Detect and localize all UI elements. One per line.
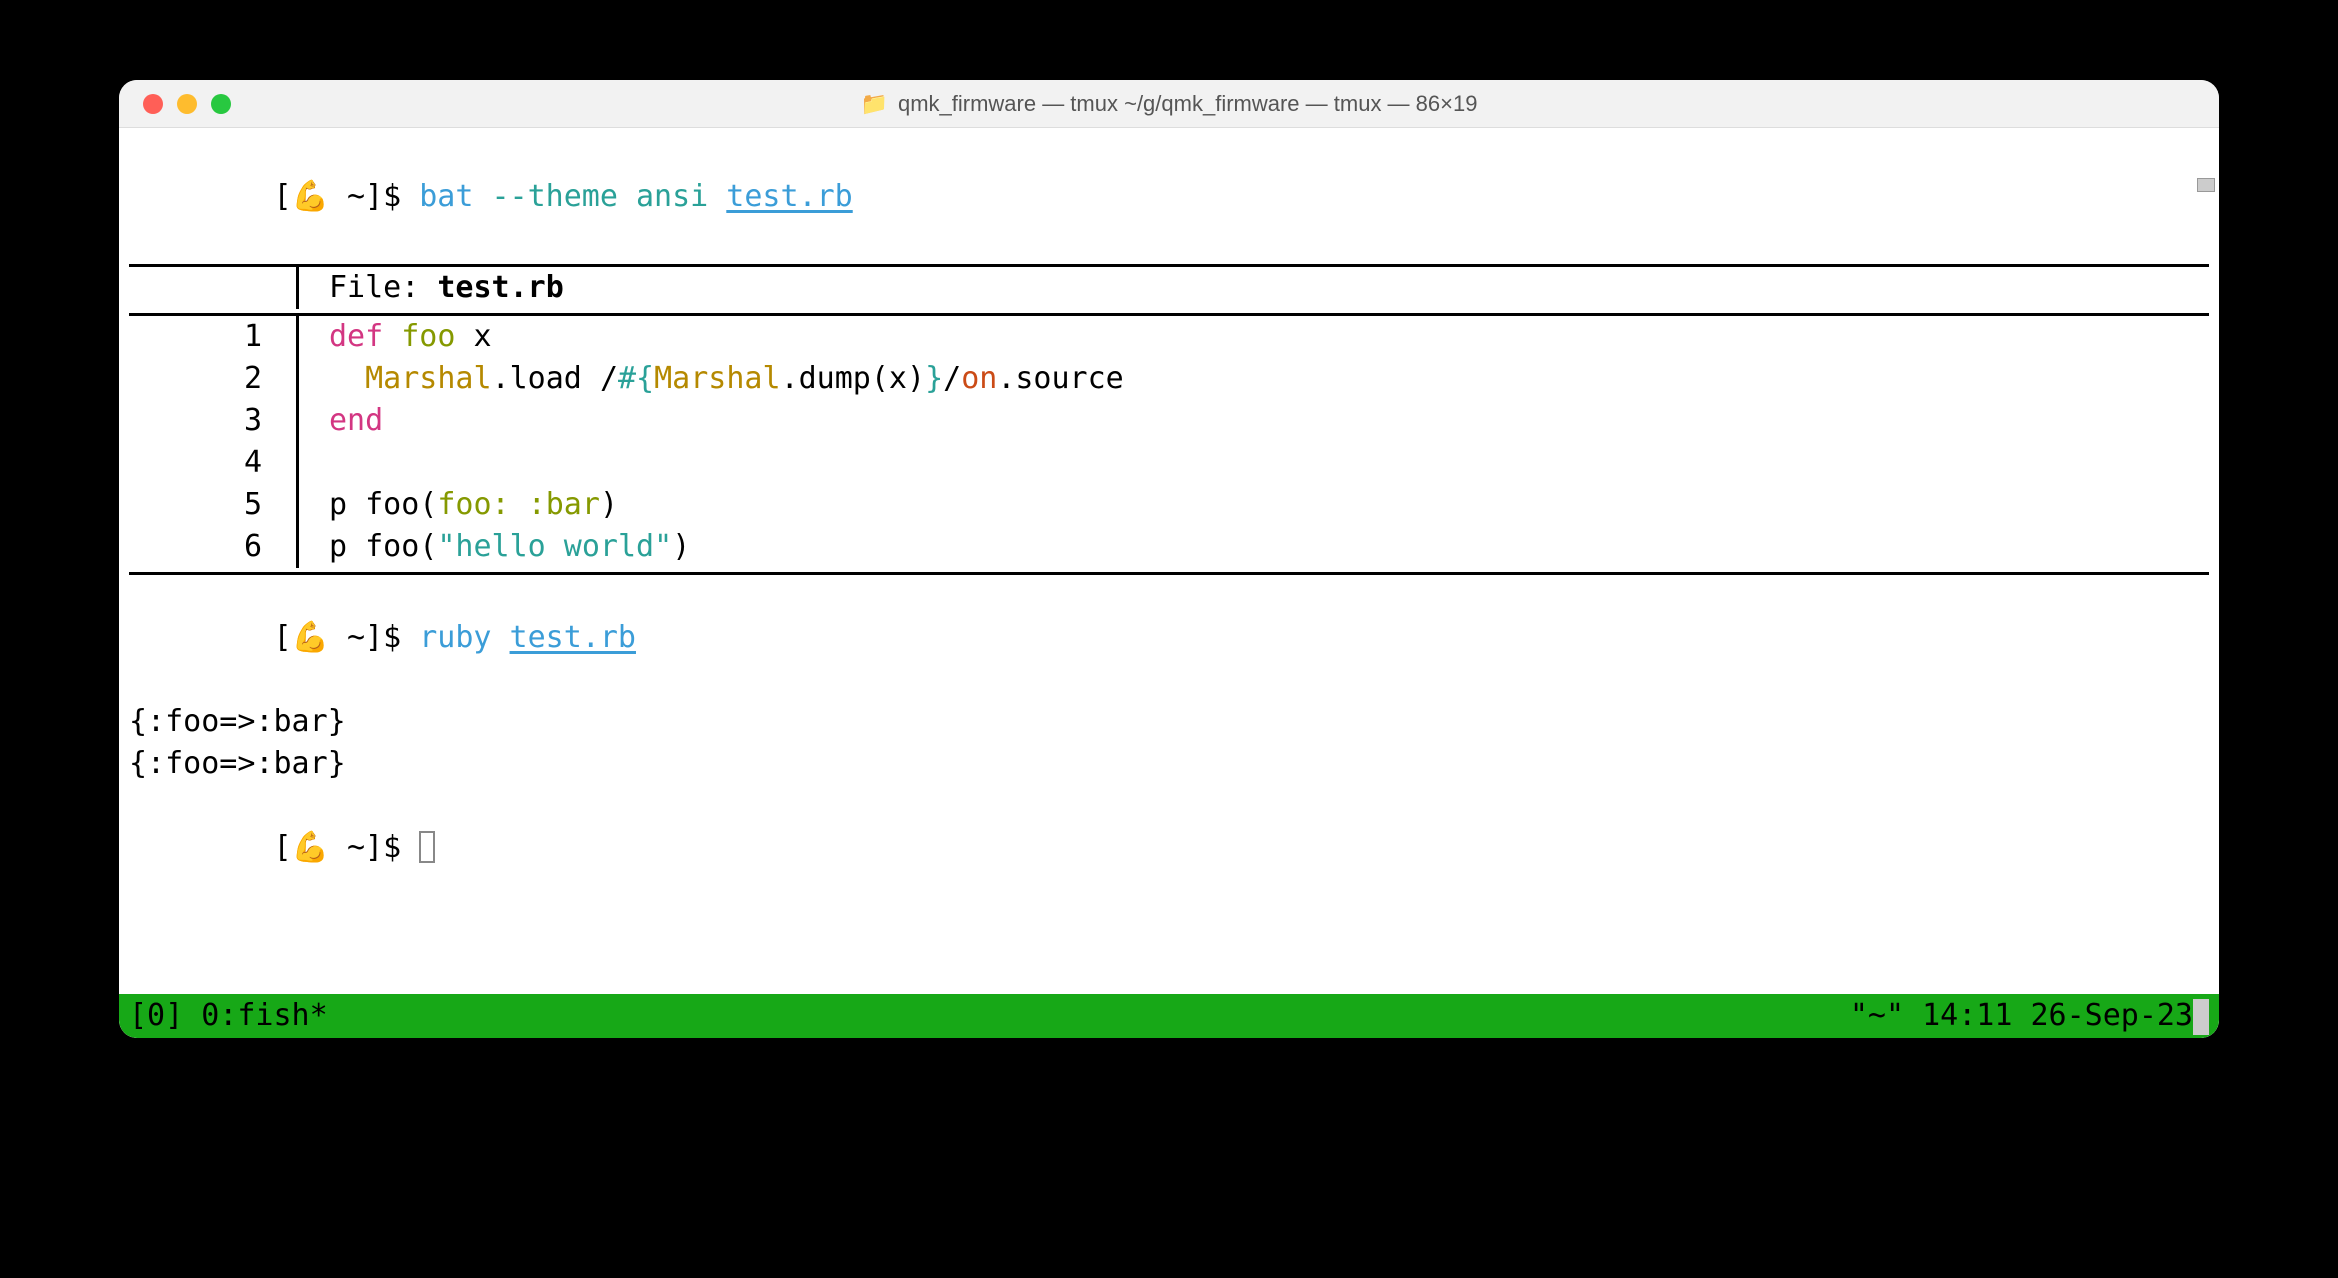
titlebar[interactable]: 📁 qmk_firmware — tmux ~/g/qmk_firmware —… [119,80,2219,128]
sym-bar: :bar [528,487,600,522]
p-call: p foo( [329,487,437,522]
const-marshal: Marshal [365,361,491,396]
interp-open: #{ [618,361,654,396]
dump-call: .dump(x) [781,361,926,396]
code-line-5: 5 p foo(foo: :bar) [119,484,2219,526]
output-line-2: {:foo=>:bar} [119,743,2219,785]
param-x: x [455,319,491,354]
paren-close-2: ) [672,529,690,564]
dot-source: .source [997,361,1123,396]
code-line-6: 6 p foo("hello world") [119,526,2219,568]
traffic-lights [119,94,231,114]
prompt-emoji: 💪 [292,830,329,865]
prompt-emoji: 💪 [292,620,329,655]
bat-header-row: File: test.rb [119,267,2219,309]
window-title: 📁 qmk_firmware — tmux ~/g/qmk_firmware —… [861,91,1478,117]
prompt-close: ]$ [365,179,419,214]
prompt-path: ~ [329,179,365,214]
prompt-open: [ [274,179,292,214]
lineno-5: 5 [129,484,299,526]
minimize-button[interactable] [177,94,197,114]
code-line-2: 2 Marshal.load /#{Marshal.dump(x)}/on.so… [119,358,2219,400]
p-call-2: p foo( [329,529,437,564]
lineno-1: 1 [129,316,299,358]
lineno-4: 4 [129,442,299,484]
code-line-3: 3 end [119,400,2219,442]
bat-file-label: File: test.rb [299,267,2209,309]
bat-gutter-header [129,267,299,309]
regex-opt: on [961,361,997,396]
cmd-flag: --theme [473,179,636,214]
zoom-button[interactable] [211,94,231,114]
string-hello: "hello world" [437,529,672,564]
scrollbar-indicator[interactable] [2197,178,2215,192]
bat-file-name: test.rb [437,270,563,305]
prompt-line-1: [💪 ~]$ bat --theme ansi test.rb [119,134,2219,260]
paren-close: ) [600,487,618,522]
code-line-1: 1 def foo x [119,316,2219,358]
folder-icon: 📁 [861,91,888,117]
prompt-line-3: [💪 ~]$ [119,785,2219,911]
cmd-theme-name: ansi [636,179,726,214]
cursor[interactable] [419,831,435,863]
tmux-left: [0] 0:fish* [129,995,328,1037]
cmd-filename: test.rb [726,179,852,214]
title-text: qmk_firmware — tmux ~/g/qmk_firmware — t… [898,91,1478,117]
close-button[interactable] [143,94,163,114]
key-foo: foo: [437,487,509,522]
const-marshal-2: Marshal [654,361,780,396]
lineno-6: 6 [129,526,299,568]
tmux-cursor [2193,999,2209,1035]
cmd-ruby: ruby [419,620,509,655]
tmux-right: "~" 14:11 26-Sep-23 [1850,995,2209,1037]
interp-close: } [925,361,943,396]
cmd-filename-2: test.rb [510,620,636,655]
terminal-body[interactable]: [💪 ~]$ bat --theme ansi test.rb File: te… [119,128,2219,1038]
regex-slash: / [600,361,618,396]
code-line-4: 4 [119,442,2219,484]
dot-load: .load [492,361,600,396]
kw-end: end [329,403,383,438]
terminal-window: 📁 qmk_firmware — tmux ~/g/qmk_firmware —… [119,80,2219,1038]
lineno-3: 3 [129,400,299,442]
kw-def: def [329,319,383,354]
lineno-2: 2 [129,358,299,400]
output-line-1: {:foo=>:bar} [119,701,2219,743]
prompt-line-2: [💪 ~]$ ruby test.rb [119,575,2219,701]
tmux-status-bar[interactable]: [0] 0:fish* "~" 14:11 26-Sep-23 [119,994,2219,1038]
method-name: foo [401,319,455,354]
prompt-emoji: 💪 [292,179,329,214]
regex-slash-2: / [943,361,961,396]
cmd-bat: bat [419,179,473,214]
